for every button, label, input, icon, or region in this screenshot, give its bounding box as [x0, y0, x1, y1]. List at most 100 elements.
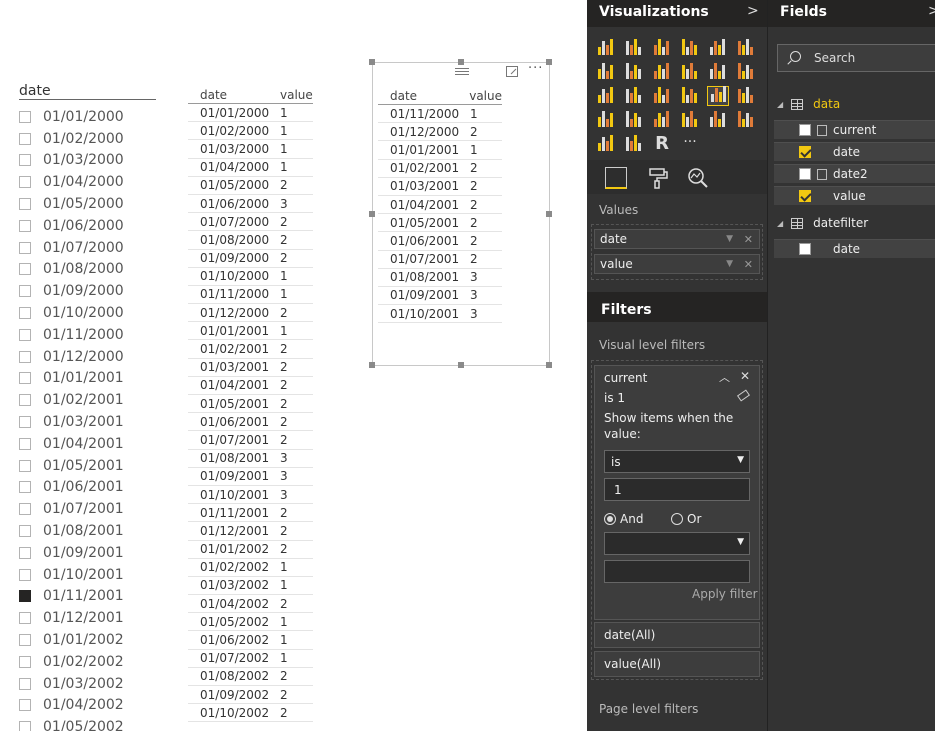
drag-handle-icon[interactable]: [455, 68, 469, 75]
field-checkbox[interactable]: [799, 124, 811, 136]
slicer-checkbox[interactable]: [19, 546, 31, 559]
field-checkbox[interactable]: [799, 168, 811, 180]
fields-tab-icon[interactable]: [605, 167, 627, 189]
table-row[interactable]: 01/11/2000 1: [188, 286, 313, 305]
resize-handle[interactable]: [546, 362, 552, 368]
col-header-date[interactable]: date: [188, 88, 280, 102]
table-row[interactable]: 01/12/2001 2: [188, 522, 313, 541]
stacked-bar-icon[interactable]: [595, 38, 617, 58]
filter-pill-date[interactable]: date(All): [594, 622, 760, 648]
second-operator-select[interactable]: ▼: [604, 532, 750, 555]
table-row[interactable]: 01/09/2001 3: [188, 468, 313, 486]
slicer-checkbox[interactable]: [19, 459, 31, 472]
table-row[interactable]: 01/05/2000 2: [188, 177, 313, 195]
slicer-checkbox[interactable]: [19, 655, 31, 668]
slicer-checkbox-checked[interactable]: [19, 590, 31, 603]
slicer-checkbox[interactable]: [19, 198, 31, 211]
slicer-checkbox[interactable]: [19, 481, 31, 494]
resize-handle[interactable]: [458, 362, 464, 368]
table-row[interactable]: 01/02/2002 1: [188, 559, 313, 577]
field-checkbox-checked[interactable]: [799, 190, 811, 202]
scatter-icon[interactable]: [595, 86, 617, 106]
slicer-checkbox[interactable]: [19, 437, 31, 450]
slicer-checkbox[interactable]: [19, 503, 31, 516]
slicer-item[interactable]: 01/01/2002: [19, 629, 159, 651]
slicer-item[interactable]: 01/04/2001: [19, 433, 159, 455]
slicer-checkbox[interactable]: [19, 241, 31, 254]
analytics-magnifier-icon[interactable]: [687, 167, 709, 189]
remove-icon[interactable]: ✕: [744, 233, 753, 246]
map-icon[interactable]: [679, 86, 701, 106]
table-row[interactable]: 01/02/2001 2: [188, 340, 313, 359]
slicer-item[interactable]: 01/09/2001: [19, 542, 159, 564]
field-checkbox-checked[interactable]: [799, 146, 811, 158]
expand-triangle-icon[interactable]: ◢: [777, 100, 783, 109]
100-column-icon[interactable]: [735, 38, 757, 58]
field-checkbox[interactable]: [799, 243, 811, 255]
field-row-current[interactable]: current: [774, 120, 935, 139]
more-icon[interactable]: ···: [679, 134, 701, 154]
stacked-column-icon[interactable]: [623, 38, 645, 58]
slicer-item[interactable]: 01/09/2000: [19, 280, 159, 302]
table-row[interactable]: 01/07/2001 2: [378, 251, 502, 269]
slicer-item[interactable]: 01/02/2001: [19, 389, 159, 411]
resize-handle[interactable]: [369, 211, 375, 217]
slicer-item[interactable]: 01/05/2001: [19, 455, 159, 477]
slicer-checkbox[interactable]: [19, 568, 31, 581]
slicer-checkbox[interactable]: [19, 699, 31, 712]
resize-handle[interactable]: [369, 59, 375, 65]
slicer-checkbox[interactable]: [19, 350, 31, 363]
slicer-checkbox[interactable]: [19, 285, 31, 298]
and-radio[interactable]: And: [604, 512, 643, 526]
table-row[interactable]: 01/03/2000 1: [188, 140, 313, 159]
table-icon[interactable]: [707, 86, 729, 106]
chevron-down-icon[interactable]: ▼: [726, 234, 733, 244]
table-row[interactable]: 01/07/2000 2: [188, 213, 313, 232]
slicer-checkbox[interactable]: [19, 525, 31, 538]
slicer-checkbox[interactable]: [19, 110, 31, 123]
table-row[interactable]: 01/02/2000 1: [188, 122, 313, 141]
stacked-area-icon[interactable]: [651, 62, 673, 82]
second-value-input[interactable]: [604, 560, 750, 583]
col-header-date[interactable]: date: [378, 89, 469, 103]
table-row[interactable]: 01/01/2002 2: [188, 541, 313, 559]
field-row-value[interactable]: value: [774, 186, 935, 205]
table-row[interactable]: 01/06/2001 2: [378, 232, 502, 251]
slicer-checkbox[interactable]: [19, 219, 31, 232]
slicer-item[interactable]: 01/03/2001: [19, 411, 159, 433]
chevron-up-icon[interactable]: ︿: [719, 369, 730, 385]
table-row[interactable]: 01/04/2000 1: [188, 159, 313, 177]
table-row[interactable]: 01/08/2001 3: [378, 269, 502, 287]
radio-selected-icon[interactable]: [604, 513, 616, 525]
col-header-value[interactable]: value: [469, 89, 502, 103]
slicer-item[interactable]: 01/12/2000: [19, 346, 159, 368]
slicer-item[interactable]: 01/03/2000: [19, 150, 159, 172]
table-node-data[interactable]: ◢ data: [777, 97, 840, 111]
table-visual-filtered[interactable]: date value 01/11/2000 1 01/12/2000 2 01/01/2…: [378, 89, 502, 324]
clustered-column-icon[interactable]: [679, 38, 701, 58]
matrix-icon[interactable]: [735, 86, 757, 106]
table-row[interactable]: 01/08/2001 3: [188, 450, 313, 468]
table-row[interactable]: 01/08/2002 2: [188, 668, 313, 686]
table-row[interactable]: 01/06/2002 1: [188, 631, 313, 650]
field-row-date2[interactable]: date2: [774, 164, 935, 183]
filled-map-icon[interactable]: [595, 110, 617, 130]
slicer-item[interactable]: 01/10/2001: [19, 564, 159, 586]
slicer-checkbox[interactable]: [19, 721, 31, 731]
line-clustered-icon[interactable]: [707, 62, 729, 82]
table-visual-all[interactable]: date value 01/01/2000 1 01/02/2000 1 01/03/2…: [188, 88, 313, 723]
table-row[interactable]: 01/11/2001 2: [188, 504, 313, 523]
fields-search-input[interactable]: Search: [777, 44, 935, 72]
slicer-checkbox[interactable]: [19, 154, 31, 167]
area-icon[interactable]: [623, 62, 645, 82]
slicer-item[interactable]: 01/07/2001: [19, 498, 159, 520]
table-row[interactable]: 01/09/2002 2: [188, 686, 313, 705]
table-row[interactable]: 01/09/2001 3: [378, 287, 502, 306]
slicer-checkbox[interactable]: [19, 263, 31, 276]
ribbon-icon[interactable]: [735, 62, 757, 82]
slicer-item[interactable]: 01/07/2000: [19, 237, 159, 259]
pie-icon[interactable]: [623, 86, 645, 106]
slicer-item[interactable]: 01/02/2000: [19, 128, 159, 150]
slicer-checkbox[interactable]: [19, 677, 31, 690]
table-row[interactable]: 01/02/2001 2: [378, 160, 502, 178]
